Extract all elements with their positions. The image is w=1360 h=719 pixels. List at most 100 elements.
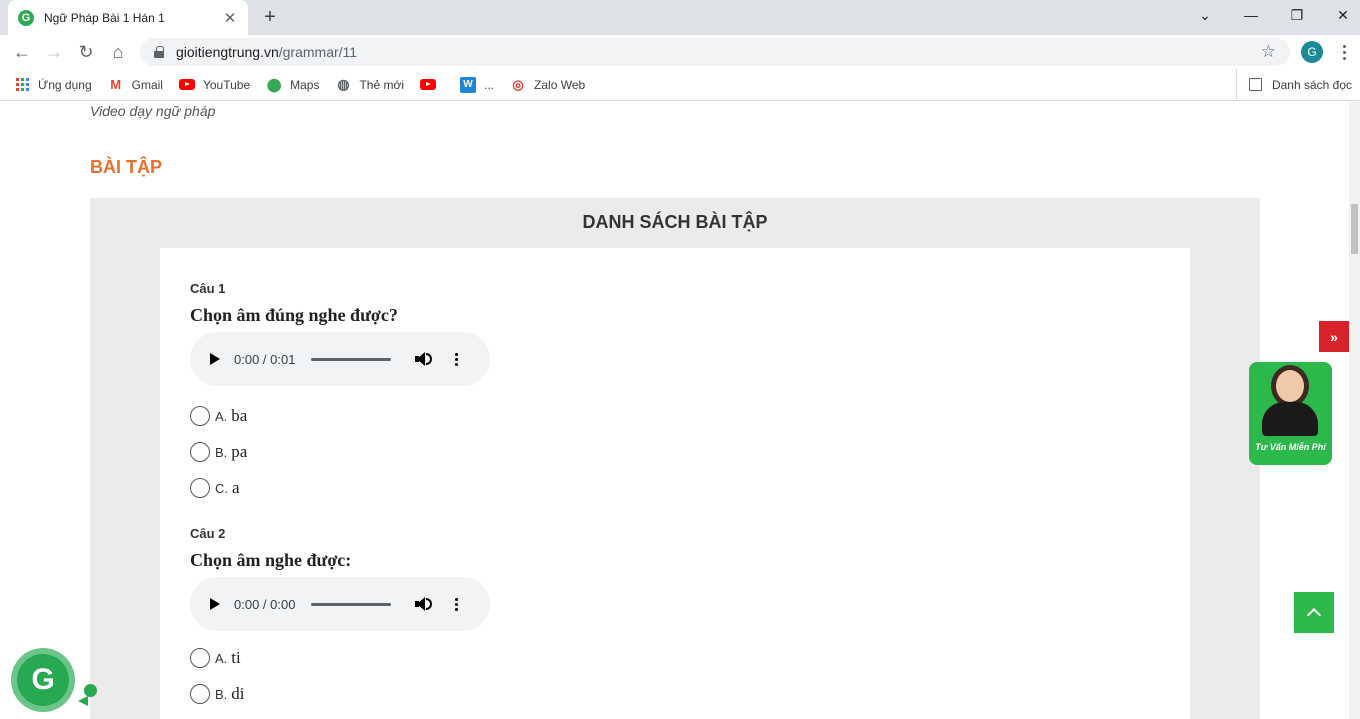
page-scrollbar[interactable]: [1349, 102, 1360, 719]
option-letter: A.: [215, 650, 228, 666]
advisor-label: Tư Vấn Miễn Phí: [1255, 442, 1326, 452]
reading-list-icon: [1248, 78, 1262, 91]
back-icon[interactable]: ←: [8, 38, 36, 66]
bookmark-label: Maps: [290, 77, 320, 92]
bookmarks-bar: Ứng dụng M Gmail YouTube ⬤ Maps ◍ Thẻ mớ…: [0, 69, 1360, 101]
gmail-icon: M: [110, 77, 122, 92]
more-options-icon[interactable]: [455, 352, 459, 366]
option-letter: A.: [215, 408, 228, 424]
url-host: gioitiengtrung.vn: [176, 44, 279, 60]
option-b[interactable]: B. di: [190, 684, 245, 704]
reload-icon[interactable]: ↻: [72, 38, 100, 66]
bookmark-star-icon[interactable]: ☆: [1261, 42, 1276, 62]
bookmark-label: Zalo Web: [534, 77, 586, 92]
page-viewport: Video dạy ngữ pháp BÀI TẬP DANH SÁCH BÀI…: [0, 102, 1349, 719]
radio-button[interactable]: [190, 406, 210, 426]
radio-button[interactable]: [190, 442, 210, 462]
video-caption: Video dạy ngữ pháp: [90, 103, 216, 119]
exercise-card: Câu 1 Chọn âm đúng nghe được? 0:00 / 0:0…: [160, 248, 1190, 719]
option-letter: B.: [215, 686, 228, 702]
forward-icon[interactable]: →: [40, 38, 68, 66]
tab-strip: G Ngữ Pháp Bài 1 Hán 1 ✕ + ⌄ — ❐ ✕: [0, 0, 1360, 35]
volume-icon[interactable]: [415, 351, 433, 367]
audio-player: 0:00 / 0:00: [190, 577, 490, 631]
restore-icon[interactable]: ❐: [1274, 0, 1320, 30]
home-icon[interactable]: ⌂: [104, 38, 132, 66]
tab-title: Ngữ Pháp Bài 1 Hán 1: [44, 10, 165, 25]
option-a[interactable]: A. ba: [190, 406, 247, 426]
bookmark-label: Ứng dụng: [38, 77, 92, 92]
option-b[interactable]: B. pa: [190, 442, 247, 462]
option-letter: C.: [215, 480, 228, 496]
chat-logo-icon: G: [17, 654, 69, 706]
panel-title: DANH SÁCH BÀI TẬP: [582, 212, 768, 232]
option-text: ba: [231, 406, 248, 425]
tab-search-icon[interactable]: ⌄: [1182, 0, 1228, 30]
site-favicon-icon: G: [18, 9, 34, 26]
window-close-icon[interactable]: ✕: [1320, 0, 1360, 30]
question-label: Câu 2: [190, 526, 226, 541]
question-label: Câu 1: [190, 281, 226, 296]
lock-icon[interactable]: [154, 46, 164, 58]
radio-button[interactable]: [190, 684, 210, 704]
tab-close-icon[interactable]: ✕: [222, 9, 238, 27]
volume-icon[interactable]: [415, 596, 433, 612]
radio-button[interactable]: [190, 648, 210, 668]
browser-toolbar: ← → ↻ ⌂ gioitiengtrung.vn/grammar/11 ☆ G: [0, 35, 1360, 69]
option-a[interactable]: A. ti: [190, 648, 241, 668]
question-text: Chọn âm nghe được:: [190, 550, 352, 570]
free-consultation-widget[interactable]: Tư Vấn Miễn Phí: [1249, 362, 1332, 465]
bookmark-label: ...: [484, 77, 495, 92]
bookmark-youtube[interactable]: YouTube: [178, 77, 251, 93]
youtube-icon: [420, 77, 437, 93]
audio-player: 0:00 / 0:01: [190, 332, 490, 386]
option-text: pa: [231, 442, 248, 461]
audio-progress-slider[interactable]: [311, 357, 392, 361]
apps-grid-icon: [14, 77, 30, 93]
option-text: di: [231, 684, 245, 703]
collapse-widget-button[interactable]: »: [1319, 321, 1349, 352]
maps-icon: ⬤: [266, 76, 282, 92]
scrollbar-thumb[interactable]: [1351, 204, 1358, 254]
radio-button[interactable]: [190, 478, 210, 498]
exercise-panel: DANH SÁCH BÀI TẬP Câu 1 Chọn âm đúng ngh…: [90, 198, 1260, 719]
bookmark-label: Thẻ mới: [359, 77, 405, 92]
globe-icon: ◍: [337, 76, 350, 92]
option-c[interactable]: C. a: [190, 478, 240, 498]
bookmark-youtube-2[interactable]: [420, 77, 444, 93]
bookmark-maps[interactable]: ⬤ Maps: [266, 76, 320, 93]
chevron-up-icon: [1306, 607, 1322, 623]
audio-time: 0:00 / 0:00: [234, 596, 296, 612]
reading-list-button[interactable]: Danh sách đọc: [1235, 69, 1352, 100]
question-text: Chọn âm đúng nghe được?: [190, 305, 398, 325]
audio-time: 0:00 / 0:01: [234, 351, 296, 367]
youtube-icon: [178, 77, 195, 93]
chat-pointer-icon: [78, 696, 88, 706]
new-tab-icon[interactable]: +: [258, 4, 282, 30]
zalo-icon: ◎: [512, 76, 524, 92]
url-path: /grammar/11: [278, 44, 358, 60]
chat-bubble-button[interactable]: G: [11, 648, 75, 712]
option-letter: B.: [215, 444, 228, 460]
bookmark-label: YouTube: [202, 77, 251, 92]
play-icon[interactable]: [210, 353, 220, 365]
bookmark-label: Gmail: [131, 77, 163, 92]
address-bar[interactable]: gioitiengtrung.vn/grammar/11 ☆: [140, 38, 1290, 66]
word-icon: W: [460, 76, 477, 93]
audio-progress-slider[interactable]: [311, 602, 392, 606]
option-text: ti: [231, 648, 241, 667]
advisor-avatar: [1276, 370, 1304, 402]
browser-menu-icon[interactable]: [1336, 40, 1352, 64]
bookmark-apps[interactable]: Ứng dụng: [14, 77, 92, 93]
section-title: BÀI TẬP: [90, 157, 162, 177]
minimize-icon[interactable]: —: [1228, 0, 1274, 30]
profile-avatar[interactable]: G: [1301, 41, 1323, 63]
browser-tab[interactable]: G Ngữ Pháp Bài 1 Hán 1 ✕: [8, 0, 248, 35]
scroll-to-top-button[interactable]: [1294, 592, 1334, 633]
play-icon[interactable]: [210, 598, 220, 610]
bookmark-zalo[interactable]: ◎ Zalo Web: [510, 77, 585, 93]
bookmark-gmail[interactable]: M Gmail: [108, 77, 163, 93]
more-options-icon[interactable]: [455, 597, 459, 611]
bookmark-new-tab[interactable]: ◍ Thẻ mới: [335, 76, 405, 93]
bookmark-word[interactable]: W ...: [460, 76, 495, 93]
